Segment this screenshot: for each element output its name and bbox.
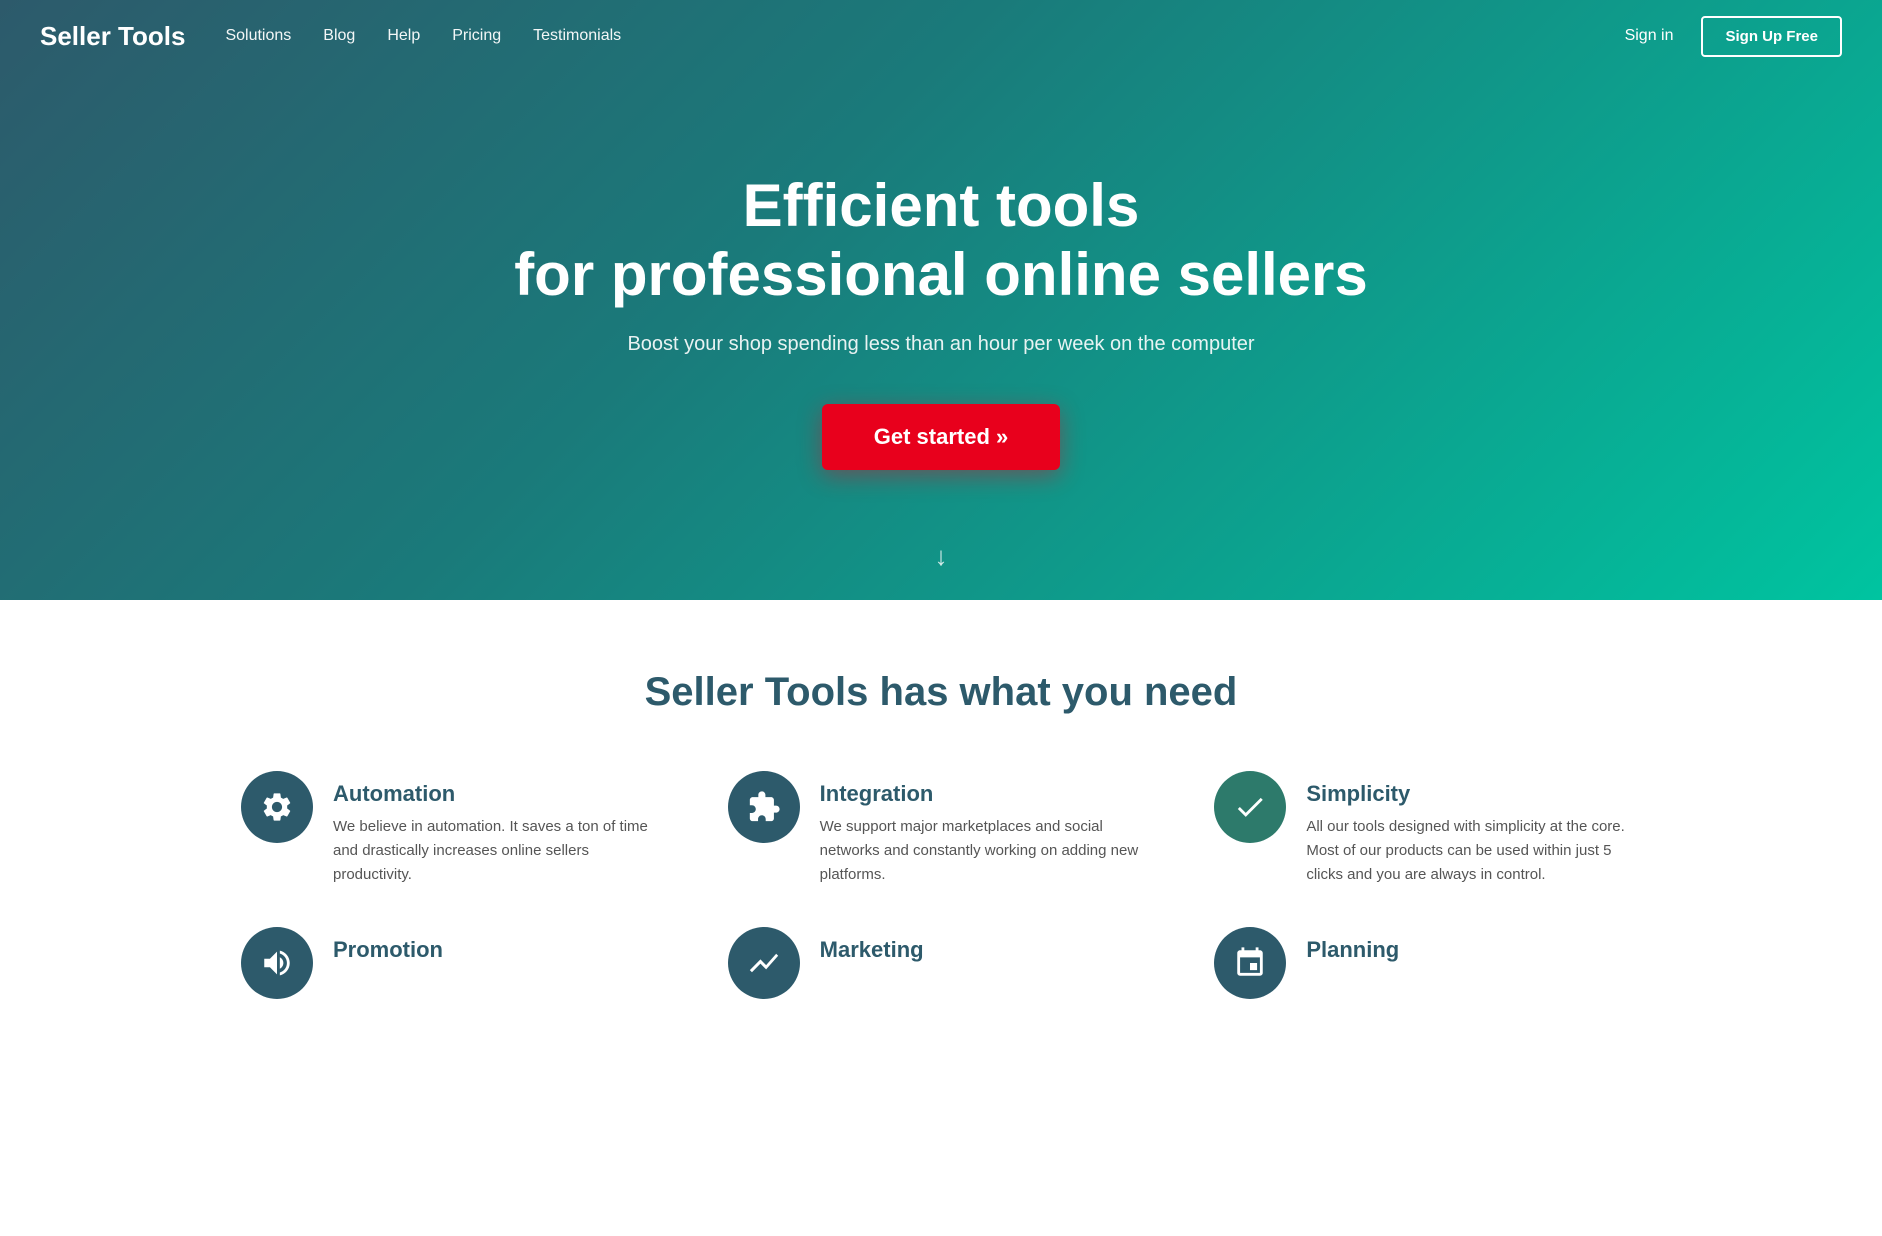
planning-text: Planning (1306, 927, 1399, 971)
calendar-icon (1233, 946, 1267, 980)
hero-section: Efficient tools for professional online … (0, 0, 1882, 600)
navbar: Seller Tools Solutions Blog Help Pricing… (0, 0, 1882, 72)
puzzle-icon (747, 790, 781, 824)
feature-promotion: Promotion (241, 927, 668, 999)
chart-icon (747, 946, 781, 980)
marketing-icon-wrap (728, 927, 800, 999)
automation-heading: Automation (333, 781, 668, 807)
feature-planning: Planning (1214, 927, 1641, 999)
hero-subtitle: Boost your shop spending less than an ho… (627, 333, 1254, 356)
nav-right: Sign in Sign Up Free (1625, 16, 1842, 57)
feature-marketing: Marketing (728, 927, 1155, 999)
simplicity-text: Simplicity All our tools designed with s… (1306, 771, 1641, 887)
nav-testimonials[interactable]: Testimonials (533, 27, 621, 45)
integration-heading: Integration (820, 781, 1155, 807)
automation-description: We believe in automation. It saves a ton… (333, 815, 668, 887)
nav-solutions[interactable]: Solutions (225, 27, 291, 45)
features-grid: Automation We believe in automation. It … (241, 771, 1641, 999)
simplicity-icon-wrap (1214, 771, 1286, 843)
hero-title-line1: Efficient tools (743, 172, 1140, 239)
simplicity-heading: Simplicity (1306, 781, 1641, 807)
simplicity-description: All our tools designed with simplicity a… (1306, 815, 1641, 887)
megaphone-icon (260, 946, 294, 980)
features-title: Seller Tools has what you need (60, 670, 1822, 715)
feature-automation: Automation We believe in automation. It … (241, 771, 668, 887)
integration-icon-wrap (728, 771, 800, 843)
scroll-down-arrow: ↓ (935, 541, 948, 572)
features-section: Seller Tools has what you need Automatio… (0, 600, 1882, 1059)
signin-link[interactable]: Sign in (1625, 27, 1674, 45)
marketing-heading: Marketing (820, 937, 924, 963)
nav-blog[interactable]: Blog (323, 27, 355, 45)
get-started-button[interactable]: Get started » (822, 404, 1061, 470)
integration-description: We support major marketplaces and social… (820, 815, 1155, 887)
feature-simplicity: Simplicity All our tools designed with s… (1214, 771, 1641, 887)
hero-title: Efficient tools for professional online … (514, 171, 1368, 309)
promotion-text: Promotion (333, 927, 443, 971)
planning-heading: Planning (1306, 937, 1399, 963)
hero-title-line2: for professional online sellers (514, 241, 1368, 308)
automation-icon-wrap (241, 771, 313, 843)
nav-pricing[interactable]: Pricing (452, 27, 501, 45)
automation-text: Automation We believe in automation. It … (333, 771, 668, 887)
promotion-icon-wrap (241, 927, 313, 999)
planning-icon-wrap (1214, 927, 1286, 999)
integration-text: Integration We support major marketplace… (820, 771, 1155, 887)
promotion-heading: Promotion (333, 937, 443, 963)
nav-help[interactable]: Help (387, 27, 420, 45)
marketing-text: Marketing (820, 927, 924, 971)
signup-button[interactable]: Sign Up Free (1701, 16, 1842, 57)
feature-integration: Integration We support major marketplace… (728, 771, 1155, 887)
site-logo[interactable]: Seller Tools (40, 21, 185, 52)
gear-icon (260, 790, 294, 824)
nav-links: Solutions Blog Help Pricing Testimonials (225, 27, 1624, 45)
check-icon (1233, 790, 1267, 824)
